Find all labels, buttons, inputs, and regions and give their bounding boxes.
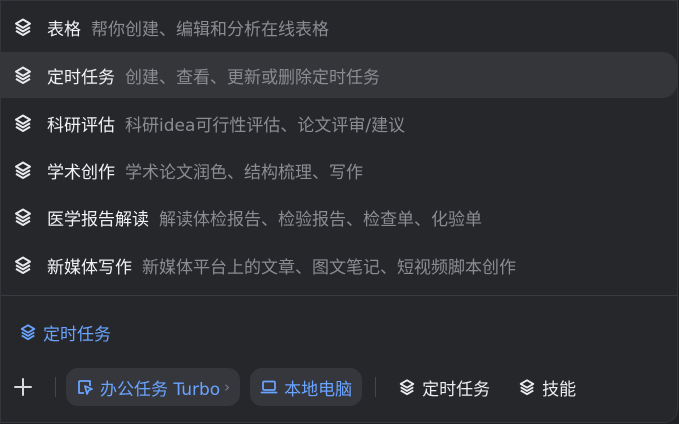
input-toolbar: 办公任务 Turbo › 本地电脑 定时任务 技能 [1, 365, 677, 409]
menu-item-title: 学术创作 [47, 162, 115, 183]
plus-icon [14, 378, 32, 396]
menu-item-scheduled-task[interactable]: 定时任务 创建、查看、更新或删除定时任务 [1, 52, 677, 98]
add-button[interactable] [3, 367, 43, 407]
toolbar-divider [375, 377, 377, 397]
skill-layers-icon [398, 378, 416, 396]
menu-item-description: 帮你创建、编辑和分析在线表格 [91, 19, 329, 40]
skill-layers-icon [13, 255, 33, 275]
menu-item-research-eval[interactable]: 科研评估 科研idea可行性评估、论文评审/建议 [1, 100, 677, 146]
menu-item-title: 定时任务 [47, 67, 115, 88]
skills-button[interactable]: 技能 [510, 368, 584, 406]
local-computer-label: 本地电脑 [284, 379, 353, 400]
laptop-icon [260, 378, 278, 396]
menu-item-description: 科研idea可行性评估、论文评审/建议 [125, 115, 406, 136]
skill-layers-icon [19, 323, 37, 341]
skill-popup-panel: 表格 帮你创建、编辑和分析在线表格 定时任务 创建、查看、更新或删除定时任务 科… [0, 0, 678, 423]
menu-item-description: 新媒体平台上的文章、图文笔记、短视频脚本创作 [142, 257, 516, 278]
menu-item-title: 新媒体写作 [47, 257, 132, 278]
menu-item-spreadsheet[interactable]: 表格 帮你创建、编辑和分析在线表格 [1, 4, 677, 50]
menu-item-title: 科研评估 [47, 115, 115, 136]
menu-item-description: 创建、查看、更新或删除定时任务 [125, 67, 380, 88]
skill-layers-icon [13, 65, 33, 85]
menu-item-new-media-writing[interactable]: 新媒体写作 新媒体平台上的文章、图文笔记、短视频脚本创作 [1, 242, 677, 288]
skill-layers-icon [13, 17, 33, 37]
menu-item-description: 学术论文润色、结构梳理、写作 [125, 162, 363, 183]
selected-skill-tag[interactable]: 定时任务 [19, 320, 111, 345]
menu-item-description: 解读体检报告、检验报告、检查单、化验单 [159, 209, 482, 230]
menu-item-title: 表格 [47, 19, 81, 40]
selected-skill-label: 定时任务 [43, 324, 111, 345]
local-computer-button[interactable]: 本地电脑 [250, 368, 363, 406]
skills-label: 技能 [542, 379, 577, 400]
skill-layers-icon [13, 113, 33, 133]
toolbar-divider [55, 377, 56, 397]
skill-layers-icon [13, 160, 33, 180]
scheduled-task-button[interactable]: 定时任务 [390, 368, 498, 406]
office-task-icon [76, 378, 94, 396]
menu-item-medical-report[interactable]: 医学报告解读 解读体检报告、检验报告、检查单、化验单 [1, 194, 677, 240]
skill-layers-icon [13, 207, 33, 227]
scheduled-task-label: 定时任务 [422, 379, 491, 400]
skill-layers-icon [518, 378, 536, 396]
menu-divider [1, 295, 677, 296]
chevron-right-icon: › [224, 378, 231, 396]
menu-item-academic-writing[interactable]: 学术创作 学术论文润色、结构梳理、写作 [1, 147, 677, 193]
office-task-turbo-button[interactable]: 办公任务 Turbo › [66, 368, 241, 406]
menu-item-title: 医学报告解读 [47, 209, 149, 230]
office-task-label: 办公任务 Turbo [100, 379, 221, 400]
